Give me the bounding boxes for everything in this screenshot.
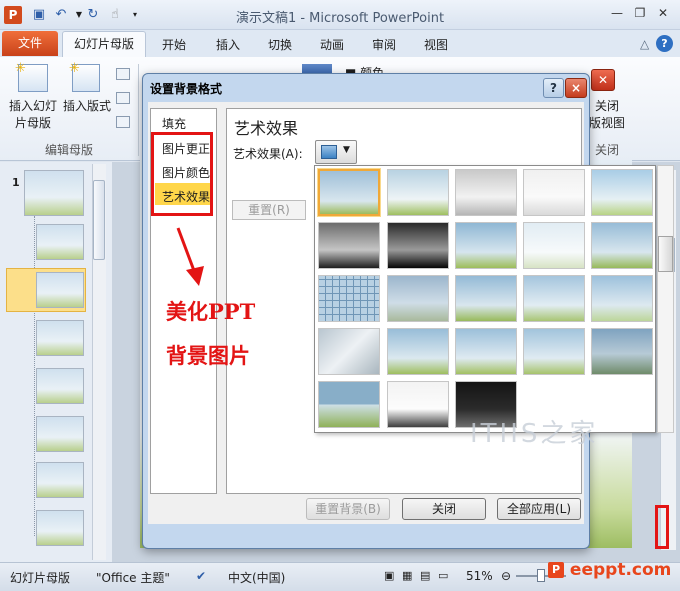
effect-plastic-wrap[interactable] xyxy=(591,328,653,375)
zoom-level[interactable]: 51% xyxy=(466,569,493,583)
ribbon-divider xyxy=(138,64,139,156)
tab-animations[interactable]: 动画 xyxy=(320,36,344,53)
effect-film-grain[interactable] xyxy=(455,275,517,322)
layout-thumbnail[interactable] xyxy=(36,320,84,356)
annotation-text-line2: 背景图片 xyxy=(166,343,250,368)
group-label-close: 关闭 xyxy=(594,143,619,157)
tab-insert[interactable]: 插入 xyxy=(216,36,240,53)
effect-pastels-smooth[interactable] xyxy=(523,328,585,375)
delete-icon[interactable] xyxy=(116,68,130,80)
tab-review[interactable]: 审阅 xyxy=(372,36,396,53)
thumbnail-connector xyxy=(34,216,35,536)
window-close-button[interactable]: ✕ xyxy=(652,4,674,22)
effect-line-drawing[interactable] xyxy=(591,169,653,216)
section-title: 艺术效果 xyxy=(234,119,299,138)
effect-glass[interactable] xyxy=(591,275,653,322)
effect-photocopy[interactable] xyxy=(387,381,449,428)
ribbon-collapse-icon[interactable]: △ xyxy=(640,37,649,51)
slide-sorter-icon[interactable]: ▦ xyxy=(402,569,412,582)
tab-slide-master[interactable]: 幻灯片母版 xyxy=(62,31,146,57)
help-icon[interactable]: ? xyxy=(656,35,673,52)
effect-marker[interactable] xyxy=(387,169,449,216)
effect-texturizer[interactable] xyxy=(387,328,449,375)
effect-mosaic-bubbles[interactable] xyxy=(523,275,585,322)
effect-paint-strokes[interactable] xyxy=(387,222,449,269)
reading-view-icon[interactable]: ▤ xyxy=(420,569,430,582)
close-master-view-label[interactable]: 关闭 版视图 xyxy=(585,98,629,132)
dialog-title: 设置背景格式 xyxy=(150,82,223,96)
effect-crisscross-etching[interactable] xyxy=(455,328,517,375)
layout-thumbnail[interactable] xyxy=(36,224,84,260)
status-theme[interactable]: "Office 主题" xyxy=(96,569,170,586)
status-view-name: 幻灯片母版 xyxy=(10,571,71,585)
zoom-out-icon[interactable]: ⊖ xyxy=(501,569,511,583)
rename-icon[interactable] xyxy=(116,92,130,104)
minimize-button[interactable]: — xyxy=(606,4,628,22)
thumbnail-scroll-thumb[interactable] xyxy=(93,180,105,260)
effect-pencil-sketch[interactable] xyxy=(523,169,585,216)
effect-watercolor-sponge[interactable] xyxy=(387,275,449,322)
maximize-button[interactable]: ❐ xyxy=(629,4,651,22)
close-button[interactable]: 关闭 xyxy=(402,498,486,520)
effect-paint-brush[interactable] xyxy=(455,222,517,269)
window-title: 演示文稿1 - Microsoft PowerPoint xyxy=(235,11,445,26)
slide-number: 1 xyxy=(12,176,20,189)
apply-to-all-button[interactable]: 全部应用(L) xyxy=(497,498,581,520)
nav-item-fill[interactable]: 填充 xyxy=(162,115,186,132)
dialog-close-icon[interactable]: × xyxy=(565,78,587,98)
layout-thumbnail[interactable] xyxy=(36,510,84,546)
normal-view-icon[interactable]: ▣ xyxy=(384,569,394,582)
artistic-effect-preview-icon xyxy=(321,145,337,159)
insert-slide-master-icon[interactable]: ✳ xyxy=(15,61,48,92)
tab-transitions[interactable]: 切换 xyxy=(268,36,292,53)
annotation-arrow-icon xyxy=(176,227,204,286)
spell-check-icon[interactable]: ✔ xyxy=(196,569,206,583)
tab-file[interactable]: 文件 xyxy=(2,31,58,56)
site-watermark: P eeppt.com xyxy=(548,560,671,580)
artistic-effect-dropdown[interactable]: ▼ xyxy=(315,140,357,164)
site-logo-icon: P xyxy=(548,562,564,578)
group-label-edit-master: 编辑母版 xyxy=(44,143,93,157)
status-language[interactable]: 中文(中国) xyxy=(228,569,285,586)
tab-view[interactable]: 视图 xyxy=(424,36,448,53)
insert-layout-icon[interactable]: ✳ xyxy=(69,61,100,92)
insert-layout-label[interactable]: 插入版式 xyxy=(60,98,114,115)
effect-pencil-grayscale[interactable] xyxy=(455,169,517,216)
close-master-view-icon[interactable]: ✕ xyxy=(591,69,615,91)
dialog-help-button[interactable]: ? xyxy=(543,78,564,98)
reset-button[interactable]: 重置(R) xyxy=(232,200,306,220)
gallery-scrollbar[interactable] xyxy=(657,165,674,433)
effect-chalk-sketch[interactable] xyxy=(318,222,380,269)
master-thumbnail[interactable] xyxy=(24,170,84,216)
artistic-effect-label: 艺术效果(A): xyxy=(233,147,303,161)
effect-glow-diffused[interactable] xyxy=(523,222,585,269)
watermark-text: ITIIS之家 xyxy=(470,419,599,449)
chevron-down-icon: ▼ xyxy=(343,145,350,155)
effect-cutout[interactable] xyxy=(318,381,380,428)
reset-background-button[interactable]: 重置背景(B) xyxy=(306,498,390,520)
effect-none[interactable] xyxy=(317,168,381,217)
effect-cement[interactable] xyxy=(318,328,380,375)
annotation-red-box-right xyxy=(655,505,669,549)
tab-home[interactable]: 开始 xyxy=(162,36,186,53)
layout-thumbnail[interactable] xyxy=(36,272,84,308)
slideshow-icon[interactable]: ▭ xyxy=(438,569,448,582)
gallery-scroll-thumb[interactable] xyxy=(658,236,673,272)
layout-thumbnail[interactable] xyxy=(36,416,84,452)
effect-light-screen[interactable] xyxy=(318,275,380,322)
preserve-icon[interactable] xyxy=(116,116,130,128)
layout-thumbnail[interactable] xyxy=(36,368,84,404)
insert-slide-master-label[interactable]: 插入幻灯 片母版 xyxy=(4,98,62,132)
annotation-red-box xyxy=(151,132,213,216)
annotation-text-line1: 美化PPT xyxy=(166,299,256,324)
effect-blur[interactable] xyxy=(591,222,653,269)
layout-thumbnail[interactable] xyxy=(36,462,84,498)
zoom-slider-thumb[interactable] xyxy=(537,569,545,582)
